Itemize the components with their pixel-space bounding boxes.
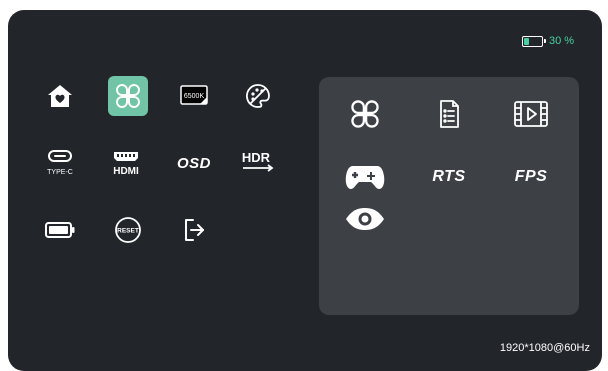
color-temperature-icon[interactable]: 6500K <box>174 76 214 116</box>
submenu-panel: RTS FPS <box>319 77 579 315</box>
exit-icon[interactable] <box>174 210 214 250</box>
fps-label: FPS <box>514 168 548 185</box>
color-temperature-label: 6500K <box>184 93 205 100</box>
battery-level-fill <box>524 37 529 45</box>
home-icon[interactable] <box>40 76 80 116</box>
game-plus-icon[interactable] <box>341 157 389 197</box>
standard-mode-icon[interactable] <box>341 94 389 134</box>
osd-icon[interactable]: OSD <box>172 143 216 183</box>
reset-label: RESET <box>117 228 139 235</box>
game-mode-icon[interactable] <box>108 76 148 116</box>
hdmi-icon[interactable]: HDMI <box>106 143 146 183</box>
rts-icon[interactable]: RTS <box>423 157 475 197</box>
battery-status: 30 % <box>522 35 574 47</box>
color-palette-icon[interactable] <box>238 76 278 116</box>
osd-label: OSD <box>176 154 211 172</box>
type-c-label: TYPE-C <box>47 169 73 176</box>
type-c-icon[interactable]: TYPE-C <box>40 143 80 183</box>
hdr-label: HDR <box>242 150 271 165</box>
battery-status-icon <box>522 35 546 47</box>
document-mode-icon[interactable] <box>425 94 473 134</box>
battery-percent: 30 % <box>549 35 575 47</box>
hdr-icon[interactable]: HDR <box>236 143 280 183</box>
hdmi-label: HDMI <box>113 166 139 177</box>
rts-label: RTS <box>432 168 466 185</box>
osd-screen: 30 % 6500K TYPE-C HDMI OSD HDR RESET RTS… <box>8 10 602 371</box>
resolution-readout: 1920*1080@60Hz <box>499 342 590 354</box>
fps-icon[interactable]: FPS <box>505 157 557 197</box>
eye-care-icon[interactable] <box>341 199 389 239</box>
reset-icon[interactable]: RESET <box>108 210 148 250</box>
movie-mode-icon[interactable] <box>507 94 555 134</box>
battery-icon[interactable] <box>40 210 80 250</box>
